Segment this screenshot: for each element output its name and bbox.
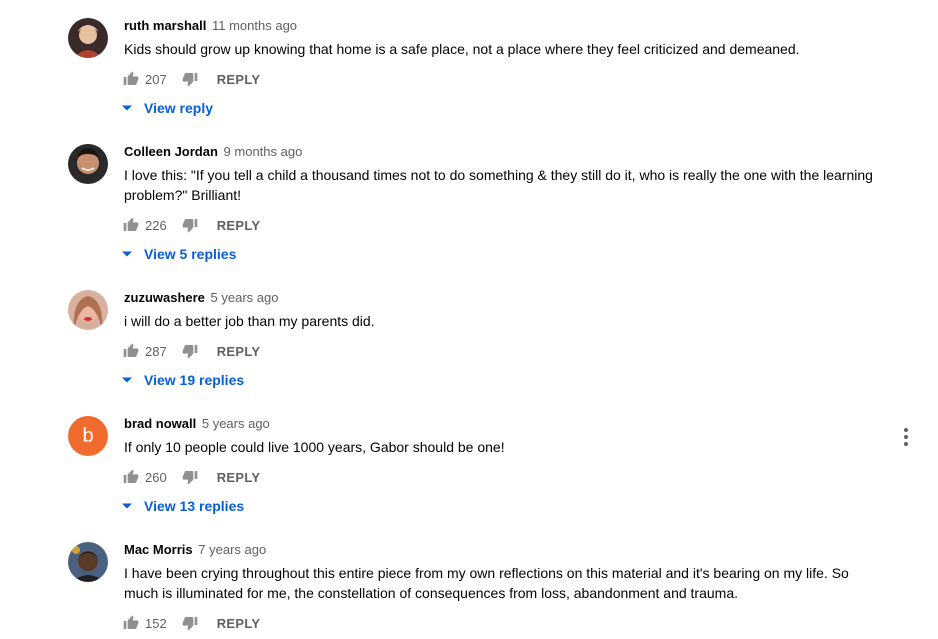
like-count: 260	[145, 469, 167, 485]
view-replies-button[interactable]: View 5 replies	[122, 241, 878, 267]
reply-button[interactable]: REPLY	[217, 344, 261, 359]
caret-down-icon	[122, 375, 132, 385]
view-replies-label: View 13 replies	[144, 498, 245, 514]
thumbs-down-icon[interactable]	[181, 342, 199, 360]
comment-actions: 207 REPLY	[122, 63, 878, 95]
view-replies-button[interactable]: View 13 replies	[122, 493, 878, 519]
comment-text: i will do a better job than my parents d…	[124, 313, 375, 329]
comment-timestamp[interactable]: 11 months ago	[212, 18, 297, 33]
caret-down-icon	[122, 103, 132, 113]
view-replies-label: View 19 replies	[144, 372, 245, 388]
comment-text: I have been crying throughout this entir…	[124, 565, 849, 601]
like-count: 207	[145, 71, 167, 87]
like-count: 287	[145, 343, 167, 359]
comment-actions: 287 REPLY	[122, 335, 878, 367]
avatar-letter: b	[82, 424, 94, 447]
avatar[interactable]	[68, 542, 108, 582]
comment-actions: 152 REPLY	[122, 607, 878, 639]
reply-button[interactable]: REPLY	[217, 72, 261, 87]
comment-actions: 260 REPLY	[122, 461, 878, 493]
comment-header: brad nowall 5 years ago	[124, 415, 878, 433]
comment-text: If only 10 people could live 1000 years,…	[124, 439, 505, 455]
author-name[interactable]: Mac Morris	[124, 542, 193, 557]
avatar[interactable]: b	[68, 416, 108, 456]
comment-timestamp[interactable]: 5 years ago	[202, 416, 270, 431]
avatar[interactable]	[68, 18, 108, 58]
thumbs-up-icon[interactable]	[122, 342, 140, 360]
author-name[interactable]: Colleen Jordan	[124, 144, 218, 159]
thumbs-up-icon[interactable]	[122, 70, 140, 88]
more-actions-icon[interactable]	[898, 425, 914, 449]
view-replies-label: View reply	[144, 100, 214, 116]
reply-button[interactable]: REPLY	[217, 218, 261, 233]
thumbs-down-icon[interactable]	[181, 614, 199, 632]
comment-text: I love this: "If you tell a child a thou…	[124, 167, 873, 203]
view-replies-button[interactable]: View reply	[122, 95, 878, 121]
thumbs-down-icon[interactable]	[181, 468, 199, 486]
comment-text: Kids should grow up knowing that home is…	[124, 41, 800, 57]
comment-header: Mac Morris 7 years ago	[124, 541, 878, 559]
comment-header: Colleen Jordan 9 months ago	[124, 143, 878, 161]
author-name[interactable]: brad nowall	[124, 416, 196, 431]
comment-timestamp[interactable]: 9 months ago	[224, 144, 303, 159]
comment-actions: 226 REPLY	[122, 209, 878, 241]
comment-timestamp[interactable]: 7 years ago	[198, 542, 266, 557]
reply-button[interactable]: REPLY	[217, 616, 261, 631]
thumbs-down-icon[interactable]	[181, 70, 199, 88]
thumbs-up-icon[interactable]	[122, 468, 140, 486]
comment-header: zuzuwashere 5 years ago	[124, 289, 878, 307]
thumbs-down-icon[interactable]	[181, 216, 199, 234]
caret-down-icon	[122, 249, 132, 259]
comment-header: ruth marshall 11 months ago	[124, 17, 878, 35]
view-replies-label: View 5 replies	[144, 246, 237, 262]
reply-button[interactable]: REPLY	[217, 470, 261, 485]
author-name[interactable]: ruth marshall	[124, 18, 206, 33]
author-name[interactable]: zuzuwashere	[124, 290, 205, 305]
view-replies-button[interactable]: View 19 replies	[122, 367, 878, 393]
like-count: 152	[145, 615, 167, 631]
caret-down-icon	[122, 501, 132, 511]
avatar[interactable]	[68, 144, 108, 184]
comment-timestamp[interactable]: 5 years ago	[211, 290, 279, 305]
avatar[interactable]	[68, 290, 108, 330]
like-count: 226	[145, 217, 167, 233]
thumbs-up-icon[interactable]	[122, 216, 140, 234]
thumbs-up-icon[interactable]	[122, 614, 140, 632]
